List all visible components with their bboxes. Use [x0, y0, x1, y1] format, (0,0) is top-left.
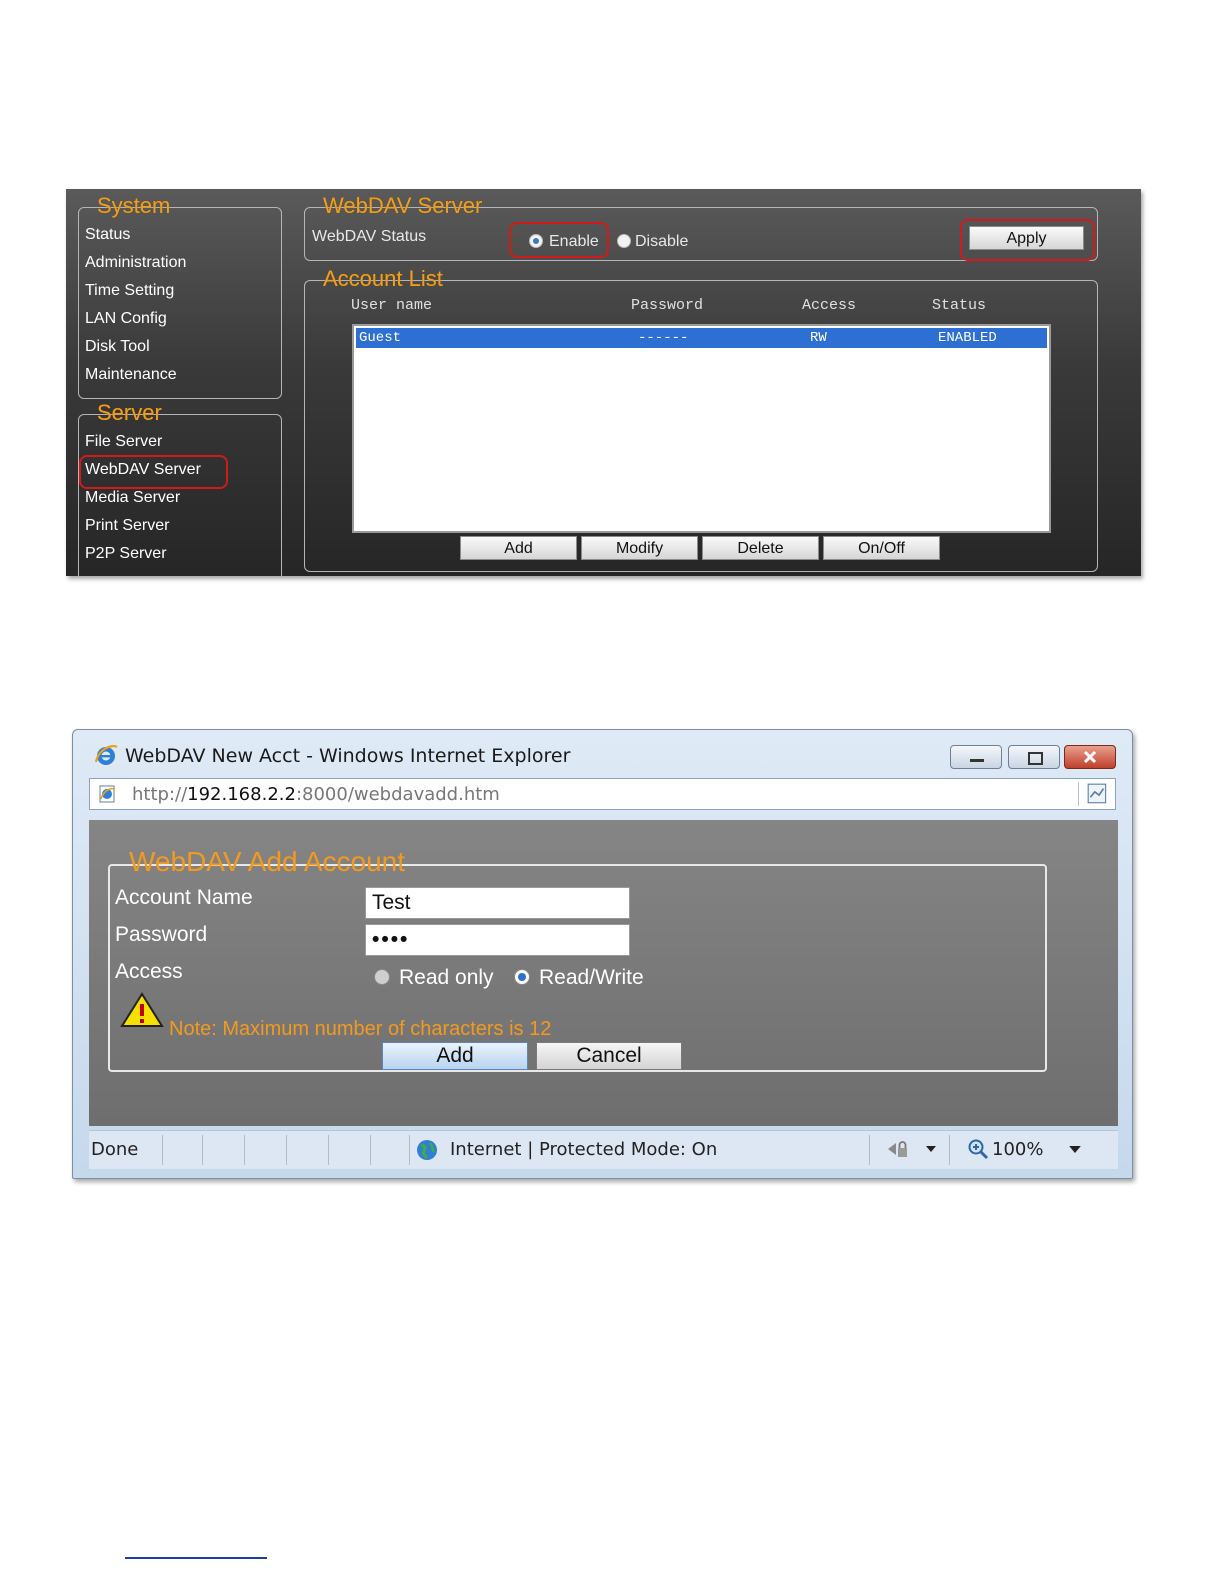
column-header-access: Access — [802, 297, 857, 314]
column-header-user-name: User name — [351, 297, 433, 314]
zoom-level[interactable]: 100% — [992, 1139, 1043, 1160]
compatibility-view-icon[interactable] — [1078, 782, 1111, 806]
webdav-status-label: WebDAV Status — [312, 228, 427, 245]
read-only-label[interactable]: Read only — [399, 966, 494, 990]
cell-status: ENABLED — [938, 330, 997, 346]
url-text[interactable]: http://192.168.2.2:8000/webdavadd.htm — [132, 784, 500, 805]
max-characters-note: Note: Maximum number of characters is 12 — [169, 1018, 552, 1040]
minimize-button[interactable] — [950, 745, 1002, 769]
add-account-form: WebDAV Add Account Account Name Test Pas… — [108, 846, 1047, 1072]
status-divider — [286, 1135, 287, 1165]
account-list-title: Account List — [323, 266, 443, 291]
access-label: Access — [115, 960, 183, 983]
globe-icon — [417, 1140, 437, 1160]
warning-icon — [120, 992, 164, 1027]
window-title: WebDAV New Acct - Windows Internet Explo… — [125, 745, 571, 767]
apply-highlight — [960, 219, 1095, 261]
form-add-button[interactable]: Add — [382, 1042, 528, 1070]
cell-access: RW — [810, 330, 827, 346]
url-path: :8000/webdavadd.htm — [295, 784, 500, 805]
nav-item-disk-tool[interactable]: Disk Tool — [85, 337, 150, 357]
add-account-button[interactable]: Add — [460, 536, 577, 560]
cell-password: ------ — [638, 330, 689, 346]
zoom-icon[interactable] — [967, 1138, 989, 1160]
restore-icon — [1028, 752, 1043, 765]
webdav-server-title: WebDAV Server — [323, 193, 483, 218]
nav-item-time-setting[interactable]: Time Setting — [85, 281, 174, 301]
server-section: Server File Server WebDAV Server Media S… — [78, 400, 282, 576]
status-divider — [328, 1135, 329, 1165]
nav-item-maintenance[interactable]: Maintenance — [85, 365, 177, 385]
password-field[interactable]: •••• — [365, 924, 630, 956]
maximize-button[interactable] — [1008, 745, 1060, 769]
security-lock-icon[interactable] — [885, 1139, 911, 1161]
account-name-label: Account Name — [115, 886, 253, 909]
server-section-title: Server — [97, 400, 162, 425]
status-divider — [202, 1135, 203, 1165]
nav-item-file-server[interactable]: File Server — [85, 432, 162, 452]
column-header-password: Password — [631, 297, 704, 314]
status-done: Done — [91, 1139, 139, 1160]
page-content: WebDAV Add Account Account Name Test Pas… — [89, 820, 1118, 1126]
status-divider — [869, 1135, 870, 1165]
read-write-label[interactable]: Read/Write — [539, 966, 644, 990]
chevron-down-icon[interactable] — [926, 1146, 936, 1152]
read-only-radio[interactable] — [374, 969, 390, 985]
modify-account-button[interactable]: Modify — [581, 536, 698, 560]
chevron-down-icon[interactable] — [1069, 1146, 1081, 1153]
form-cancel-button[interactable]: Cancel — [536, 1042, 682, 1070]
disable-radio[interactable] — [617, 234, 631, 248]
status-divider — [370, 1135, 371, 1165]
system-section: System Status Administration Time Settin… — [78, 193, 282, 399]
router-admin-panel: System Status Administration Time Settin… — [66, 189, 1141, 576]
internet-explorer-icon — [94, 745, 118, 765]
minimize-icon — [970, 759, 984, 762]
enable-highlight — [509, 222, 609, 258]
nav-item-print-server[interactable]: Print Server — [85, 516, 169, 536]
read-write-radio[interactable] — [514, 969, 530, 985]
url-scheme: http:// — [132, 784, 188, 805]
url-host: 192.168.2.2 — [187, 784, 296, 805]
form-title: WebDAV Add Account — [129, 846, 406, 877]
nav-item-media-server[interactable]: Media Server — [85, 488, 180, 508]
status-zone: Internet | Protected Mode: On — [450, 1139, 718, 1160]
page-icon — [99, 785, 116, 803]
nav-item-status[interactable]: Status — [85, 225, 130, 245]
delete-account-button[interactable]: Delete — [702, 536, 819, 560]
footnote-rule — [125, 1557, 267, 1559]
password-label: Password — [115, 923, 208, 946]
nav-item-lan-config[interactable]: LAN Config — [85, 309, 167, 329]
table-row[interactable]: Guest ------ RW ENABLED — [356, 328, 1047, 348]
system-section-title: System — [97, 193, 171, 218]
nav-item-administration[interactable]: Administration — [85, 253, 186, 273]
webdav-server-highlight — [79, 455, 228, 489]
ie-window: WebDAV New Acct - Windows Internet Explo… — [72, 729, 1133, 1179]
cell-user: Guest — [359, 330, 402, 346]
account-name-field[interactable]: Test — [365, 887, 630, 919]
status-divider — [409, 1135, 410, 1165]
address-bar[interactable]: http://192.168.2.2:8000/webdavadd.htm — [89, 778, 1116, 810]
close-button[interactable] — [1064, 745, 1116, 769]
status-divider — [162, 1135, 163, 1165]
status-divider — [949, 1135, 950, 1165]
close-icon — [1083, 750, 1097, 764]
nav-item-p2p-server[interactable]: P2P Server — [85, 544, 167, 564]
status-divider — [244, 1135, 245, 1165]
on-off-account-button[interactable]: On/Off — [823, 536, 940, 560]
disable-label[interactable]: Disable — [635, 232, 688, 252]
status-bar: Done Internet | Protected Mode: On 100% — [89, 1130, 1118, 1169]
column-header-status: Status — [932, 297, 987, 314]
account-listbox[interactable]: Guest ------ RW ENABLED — [352, 324, 1051, 533]
